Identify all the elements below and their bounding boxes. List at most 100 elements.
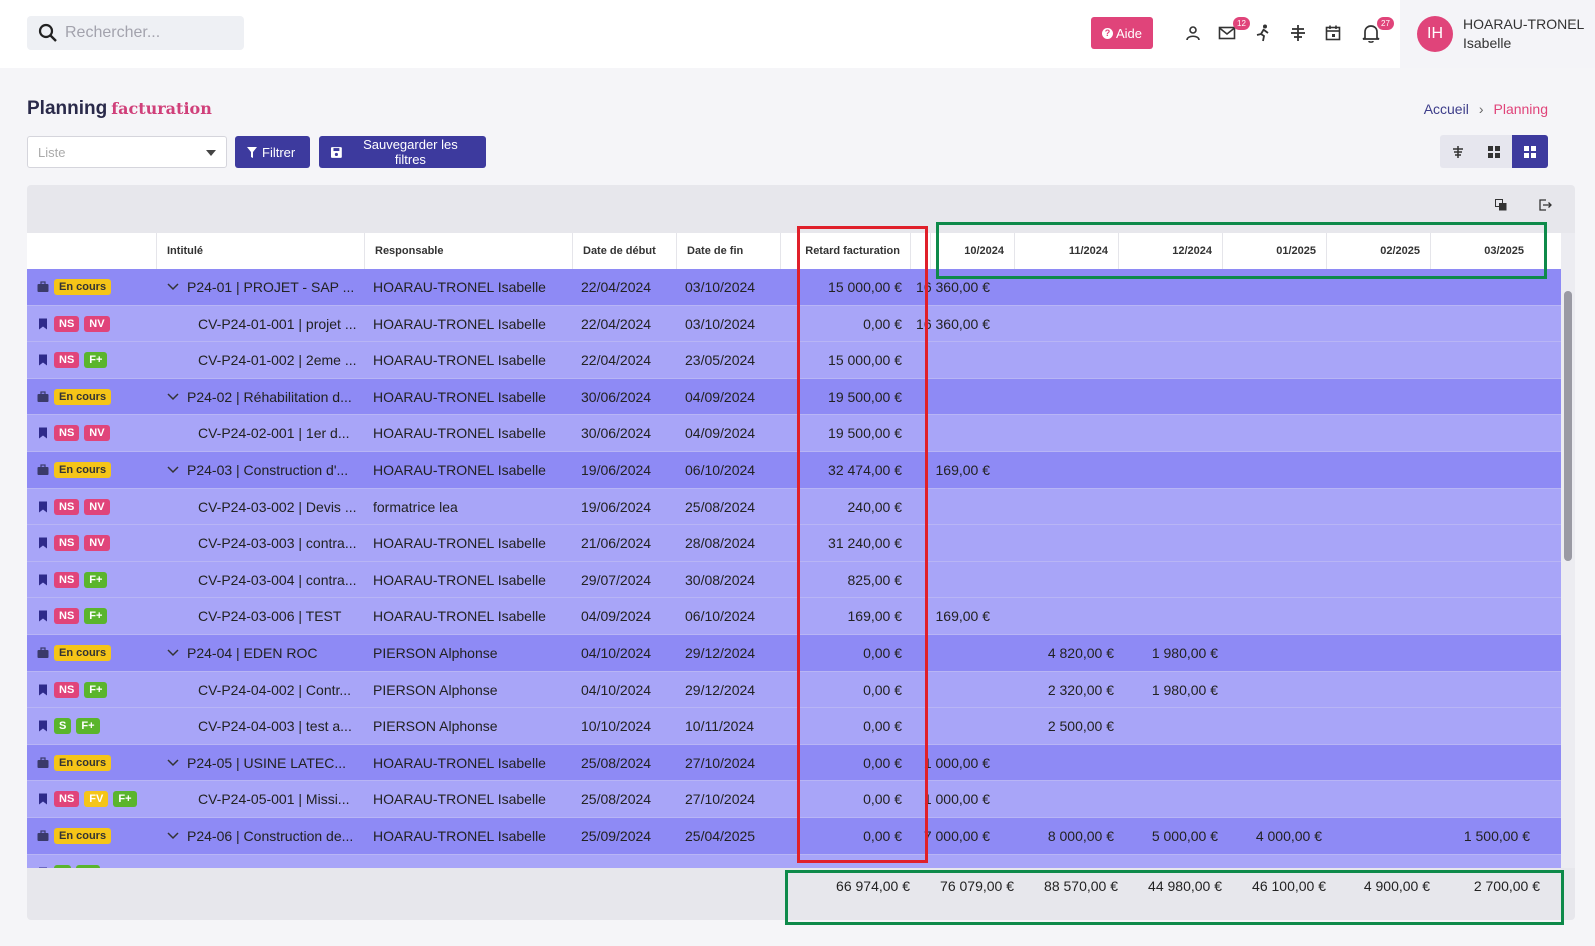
help-button[interactable]: ? Aide xyxy=(1091,17,1153,49)
scrollbar-thumb[interactable] xyxy=(1564,291,1572,561)
bookmark-icon xyxy=(37,427,49,439)
save-filters-button[interactable]: Sauvegarder les filtres xyxy=(319,136,486,168)
row-title[interactable]: CV-P24-04-003 | test a... xyxy=(198,708,361,744)
project-row[interactable]: En cours P24-01 | PROJET - SAP ... HOARAU-… xyxy=(27,269,1561,306)
row-month-amount xyxy=(1430,452,1530,488)
contract-row[interactable]: NS NV CV-P24-01-001 | projet ... HOARAU-TRO… xyxy=(27,305,1561,343)
chevron-down-icon[interactable] xyxy=(166,829,180,843)
copy-icon[interactable] xyxy=(1491,195,1511,215)
running-icon[interactable] xyxy=(1250,20,1276,46)
list-select[interactable]: Liste xyxy=(27,136,227,168)
help-label: Aide xyxy=(1115,25,1143,41)
bell-icon[interactable]: 27 xyxy=(1358,17,1394,46)
row-title[interactable]: CV-P24-01-002 | 2eme ... xyxy=(198,342,361,378)
row-end-date: 04/09/2024 xyxy=(685,425,756,442)
row-month-amount xyxy=(1326,452,1426,488)
row-title-text: CV-P24-04-003 | test a... xyxy=(198,718,352,735)
project-row[interactable]: En cours P24-02 | Réhabilitation d... HOAR… xyxy=(27,378,1561,416)
contract-row[interactable]: NS NV CV-P24-03-002 | Devis ... formatrice … xyxy=(27,488,1561,526)
calendar-icon[interactable] xyxy=(1320,20,1346,46)
header-month[interactable]: 11/2024 xyxy=(1014,233,1118,269)
user-icon[interactable] xyxy=(1180,20,1206,46)
search-box[interactable] xyxy=(27,16,244,50)
planning-grid: Intitulé Responsable Date de début Date … xyxy=(27,233,1561,883)
contract-row[interactable]: NS FV F+ CV-P24-05-001 | Missi... HOARAU-TRO… xyxy=(27,781,1561,818)
project-row[interactable]: En cours P24-04 | EDEN ROC PIERSON Alphons… xyxy=(27,634,1561,672)
row-title[interactable]: CV-P24-01-001 | projet ... xyxy=(198,306,361,342)
header-month[interactable]: 01/2025 xyxy=(1222,233,1326,269)
project-row[interactable]: En cours P24-05 | USINE LATEC... HOARAU-TR… xyxy=(27,744,1561,782)
row-month-amount xyxy=(910,525,990,561)
split-icon[interactable] xyxy=(1285,20,1311,46)
row-month-amount xyxy=(910,672,990,708)
row-month-amount xyxy=(1014,379,1114,415)
status-badge: NS xyxy=(54,608,80,625)
row-start-date: 19/06/2024 xyxy=(581,461,652,478)
contract-row[interactable]: NS F+ CV-P24-03-004 | contra... HOARAU-TRON… xyxy=(27,561,1561,599)
contract-row[interactable]: S F+ CV-P24-04-003 | test a... PIERSON Alph… xyxy=(27,708,1561,745)
contract-row[interactable]: NS F+ CV-P24-01-002 | 2eme ... HOARAU-TRONE… xyxy=(27,342,1561,379)
status-badge: En cours xyxy=(54,461,112,478)
row-title[interactable]: CV-P24-05-001 | Missi... xyxy=(198,781,361,817)
breadcrumb: Accueil › Planning xyxy=(1424,101,1548,117)
row-month-amount xyxy=(1118,562,1218,598)
row-title[interactable]: CV-P24-03-004 | contra... xyxy=(198,562,361,598)
row-month-amount xyxy=(1326,781,1426,817)
planning-view-icon[interactable] xyxy=(1512,135,1548,168)
user-menu[interactable]: IH HOARAU-TRONEL Isabelle xyxy=(1400,0,1595,68)
row-title[interactable]: CV-P24-03-003 | contra... xyxy=(198,525,361,561)
contract-row[interactable]: NS NV CV-P24-02-001 | 1er d... HOARAU-TRONE… xyxy=(27,415,1561,452)
row-title[interactable]: CV-P24-03-006 | TEST xyxy=(198,598,361,634)
search-input[interactable] xyxy=(65,24,235,42)
row-month-amount xyxy=(1014,525,1114,561)
row-month-amount xyxy=(1222,269,1322,305)
row-title[interactable]: P24-03 | Construction d'... xyxy=(166,452,361,488)
row-title[interactable]: CV-P24-03-002 | Devis ... xyxy=(198,489,361,525)
gantt-view-icon[interactable] xyxy=(1440,135,1476,168)
row-month-amount xyxy=(1326,672,1426,708)
header-end-date[interactable]: Date de fin xyxy=(676,233,780,269)
project-row[interactable]: En cours P24-06 | Construction de... HOARA… xyxy=(27,817,1561,855)
mail-icon[interactable]: 12 xyxy=(1214,17,1250,46)
row-title-text: P24-05 | USINE LATEC... xyxy=(187,754,346,771)
chevron-down-icon[interactable] xyxy=(166,390,180,404)
contract-row[interactable]: NS NV CV-P24-03-003 | contra... HOARAU-TRON… xyxy=(27,525,1561,562)
status-badge: F+ xyxy=(76,718,100,735)
header-month[interactable]: 02/2025 xyxy=(1326,233,1430,269)
row-title[interactable]: CV-P24-02-001 | 1er d... xyxy=(198,415,361,451)
save-icon xyxy=(331,146,342,158)
breadcrumb-home[interactable]: Accueil xyxy=(1424,101,1469,117)
export-icon[interactable] xyxy=(1535,195,1555,215)
filter-button[interactable]: Filtrer xyxy=(235,136,310,168)
header-month[interactable]: 12/2024 xyxy=(1118,233,1222,269)
view-toggle xyxy=(1440,135,1548,168)
notification-count-badge: 27 xyxy=(1377,17,1394,30)
row-month-amount xyxy=(1118,452,1218,488)
row-month-amount xyxy=(1430,672,1530,708)
row-title[interactable]: P24-05 | USINE LATEC... xyxy=(166,745,361,781)
row-tags: En cours xyxy=(37,379,112,415)
chevron-down-icon[interactable] xyxy=(166,280,180,294)
row-billing-delay: 19 500,00 € xyxy=(828,388,902,405)
contract-row[interactable]: NS F+ CV-P24-04-002 | Contr... PIERSON Alph… xyxy=(27,671,1561,709)
chevron-down-icon[interactable] xyxy=(166,756,180,770)
row-month-amount xyxy=(1118,525,1218,561)
header-billing-delay[interactable]: Retard facturation xyxy=(780,233,910,269)
row-title[interactable]: P24-04 | EDEN ROC xyxy=(166,635,361,671)
header-responsible[interactable]: Responsable xyxy=(364,233,572,269)
row-title[interactable]: P24-02 | Réhabilitation d... xyxy=(166,379,361,415)
chevron-down-icon[interactable] xyxy=(166,463,180,477)
header-month[interactable]: 10/2024 xyxy=(930,233,1014,269)
header-start-date[interactable]: Date de début xyxy=(572,233,676,269)
header-title[interactable]: Intitulé xyxy=(156,233,364,269)
row-title[interactable]: P24-01 | PROJET - SAP ... xyxy=(166,269,361,305)
chevron-down-icon[interactable] xyxy=(166,646,180,660)
project-row[interactable]: En cours P24-03 | Construction d'... HOARA… xyxy=(27,451,1561,489)
row-title[interactable]: CV-P24-04-002 | Contr... xyxy=(198,672,361,708)
row-month-amount xyxy=(1014,415,1114,451)
contract-row[interactable]: NS F+ CV-P24-03-006 | TEST HOARAU-TRONEL Is… xyxy=(27,598,1561,635)
vertical-scrollbar[interactable] xyxy=(1561,233,1575,883)
header-month[interactable]: 03/2025 xyxy=(1430,233,1534,269)
row-title[interactable]: P24-06 | Construction de... xyxy=(166,818,361,854)
grid-view-icon[interactable] xyxy=(1476,135,1512,168)
